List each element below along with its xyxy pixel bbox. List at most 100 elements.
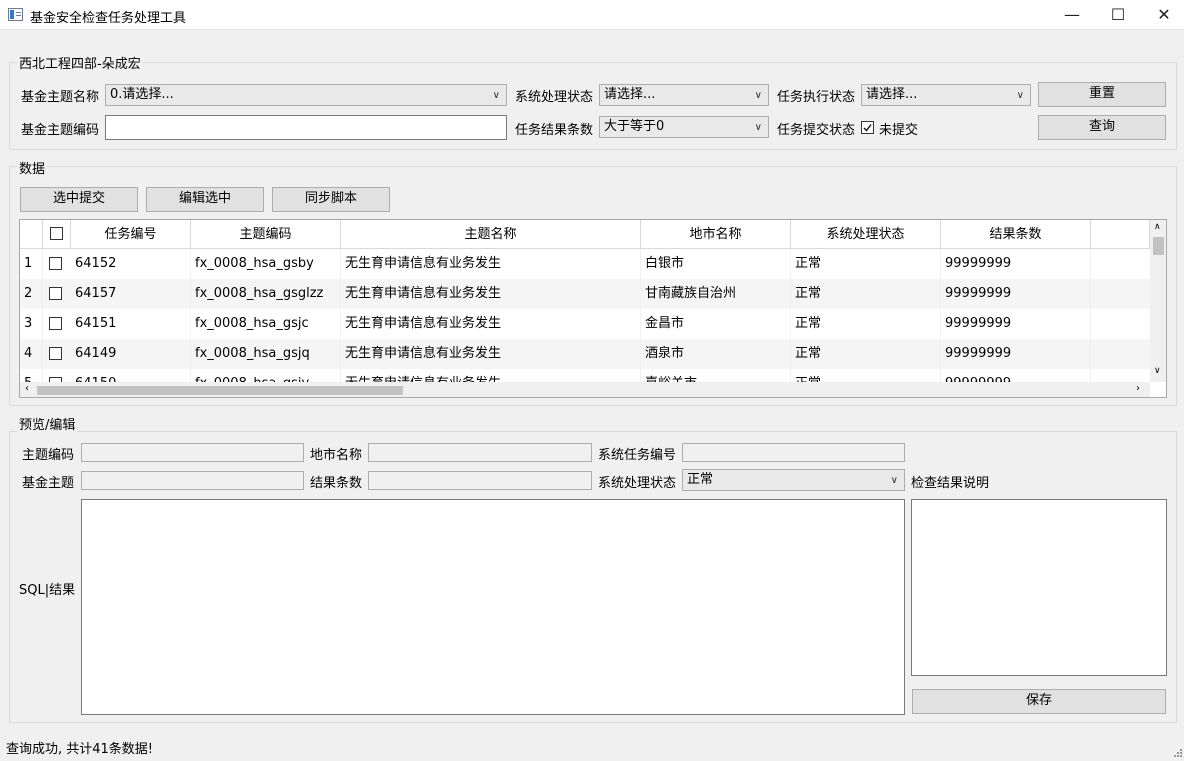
submit-selected-button[interactable]: 选中提交 <box>20 187 138 212</box>
check-result-label: 检查结果说明 <box>911 476 990 491</box>
table-cell-count: 99999999 <box>941 279 1091 309</box>
row-number: 3 <box>20 309 43 339</box>
scroll-down-icon[interactable]: ∨ <box>1154 366 1161 376</box>
fund-theme-label: 基金主题 <box>22 476 75 491</box>
horizontal-scroll-thumb[interactable] <box>37 386 403 395</box>
edit-selected-button[interactable]: 编辑选中 <box>146 187 264 212</box>
table-cell-status: 正常 <box>791 309 941 339</box>
result-count-select[interactable]: 大于等于0 ∨ <box>599 116 769 138</box>
check-icon <box>863 124 872 132</box>
query-group-title: 西北工程四部-朵成宏 <box>17 53 143 72</box>
sync-script-button[interactable]: 同步脚本 <box>272 187 390 212</box>
data-group-title: 数据 <box>17 158 48 177</box>
table-cell-count: 99999999 <box>941 339 1091 369</box>
submit-status-label: 任务提交状态 <box>777 123 856 138</box>
sql-result-label: SQL|结果 <box>19 583 76 598</box>
table-cell-id: 64151 <box>71 309 191 339</box>
table-cell-status: 正常 <box>791 249 941 279</box>
table-cell-status: 正常 <box>791 279 941 309</box>
row-checkbox[interactable] <box>49 347 62 360</box>
vertical-scrollbar[interactable]: ∧ ∨ <box>1150 220 1166 382</box>
table-cell-status: 正常 <box>791 339 941 369</box>
maximize-button[interactable]: ☐ <box>1095 0 1141 30</box>
sys-task-no-label: 系统任务编号 <box>598 448 677 463</box>
preview-result-count-input[interactable] <box>368 471 592 490</box>
fund-theme-input[interactable] <box>81 471 304 490</box>
table-cell-code: fx_0008_hsa_gsby <box>191 249 341 279</box>
sql-result-textarea[interactable] <box>81 499 905 715</box>
app-icon <box>8 8 23 21</box>
theme-code-input[interactable] <box>81 443 304 462</box>
table-cell-id: 64149 <box>71 339 191 369</box>
result-count-label: 任务结果条数 <box>515 123 594 138</box>
unsubmitted-label: 未提交 <box>879 123 919 138</box>
check-result-textarea[interactable] <box>911 499 1167 676</box>
resize-grip-icon[interactable] <box>1172 746 1182 757</box>
data-table: 任务编号 主题编码 主题名称 地市名称 系统处理状态 结果条数 1 64152 fx… <box>19 219 1167 398</box>
table-cell-city: 酒泉市 <box>641 339 791 369</box>
column-header[interactable]: 任务编号 <box>71 220 191 249</box>
table-cell-name: 无生育申请信息有业务发生 <box>341 309 641 339</box>
table-cell-id: 64152 <box>71 249 191 279</box>
table-cell-code: fx_0008_hsa_gsglzz <box>191 279 341 309</box>
table-cell-name: 无生育申请信息有业务发生 <box>341 339 641 369</box>
sys-status-select[interactable]: 请选择... ∨ <box>599 84 769 106</box>
column-header[interactable]: 结果条数 <box>941 220 1091 249</box>
task-exec-select[interactable]: 请选择... ∨ <box>861 84 1031 106</box>
query-button[interactable]: 查询 <box>1038 115 1166 140</box>
chevron-down-icon: ∨ <box>754 90 762 101</box>
vertical-scroll-thumb[interactable] <box>1153 237 1164 255</box>
city-input[interactable] <box>368 443 592 462</box>
table-cell-city: 白银市 <box>641 249 791 279</box>
table-cell-code: fx_0008_hsa_gsjq <box>191 339 341 369</box>
corner-header <box>20 220 43 249</box>
row-number: 4 <box>20 339 43 369</box>
row-checkbox[interactable] <box>49 257 62 270</box>
save-button[interactable]: 保存 <box>912 689 1166 714</box>
status-bar-text: 查询成功, 共计41条数据! <box>6 742 154 757</box>
close-button[interactable]: ✕ <box>1141 0 1184 30</box>
scroll-up-icon[interactable]: ∧ <box>1154 222 1161 232</box>
minimize-button[interactable]: — <box>1049 0 1095 30</box>
preview-sys-status-label: 系统处理状态 <box>598 476 677 491</box>
row-number: 1 <box>20 249 43 279</box>
reset-button[interactable]: 重置 <box>1038 82 1166 107</box>
sys-task-no-input[interactable] <box>682 443 905 462</box>
table-cell-id: 64157 <box>71 279 191 309</box>
fund-theme-code-input[interactable] <box>105 115 507 140</box>
scroll-right-icon[interactable]: › <box>1136 383 1140 394</box>
chevron-down-icon: ∨ <box>1016 90 1024 101</box>
fund-theme-name-label: 基金主题名称 <box>21 90 100 105</box>
preview-group-title: 预览/编辑 <box>17 414 78 433</box>
row-number: 2 <box>20 279 43 309</box>
task-exec-label: 任务执行状态 <box>777 90 856 105</box>
fund-theme-code-label: 基金主题编码 <box>21 123 100 138</box>
unsubmitted-checkbox[interactable] <box>861 121 874 134</box>
chevron-down-icon: ∨ <box>492 90 500 101</box>
chevron-down-icon: ∨ <box>754 122 762 133</box>
scroll-left-icon[interactable]: ‹ <box>25 383 29 394</box>
preview-sys-status-select[interactable]: 正常 ∨ <box>682 469 905 491</box>
column-header[interactable]: 地市名称 <box>641 220 791 249</box>
select-all-header <box>43 220 71 249</box>
column-header[interactable]: 系统处理状态 <box>791 220 941 249</box>
table-cell-name: 无生育申请信息有业务发生 <box>341 279 641 309</box>
sys-status-label: 系统处理状态 <box>515 90 594 105</box>
table-cell-count: 99999999 <box>941 309 1091 339</box>
column-header[interactable]: 主题名称 <box>341 220 641 249</box>
row-checkbox[interactable] <box>49 317 62 330</box>
fund-theme-name-select[interactable]: 0.请选择... ∨ <box>105 84 507 106</box>
row-checkbox[interactable] <box>49 287 62 300</box>
filler-header <box>1091 220 1150 249</box>
city-label: 地市名称 <box>310 448 363 463</box>
table-cell-name: 无生育申请信息有业务发生 <box>341 249 641 279</box>
table-cell-city: 甘南藏族自治州 <box>641 279 791 309</box>
column-header[interactable]: 主题编码 <box>191 220 341 249</box>
table-cell-city: 金昌市 <box>641 309 791 339</box>
chevron-down-icon: ∨ <box>890 475 898 486</box>
horizontal-scrollbar[interactable]: ‹ › <box>20 382 1150 397</box>
select-all-checkbox[interactable] <box>50 227 63 240</box>
table-cell-count: 99999999 <box>941 249 1091 279</box>
theme-code-label: 主题编码 <box>22 448 75 463</box>
table-cell-code: fx_0008_hsa_gsjc <box>191 309 341 339</box>
